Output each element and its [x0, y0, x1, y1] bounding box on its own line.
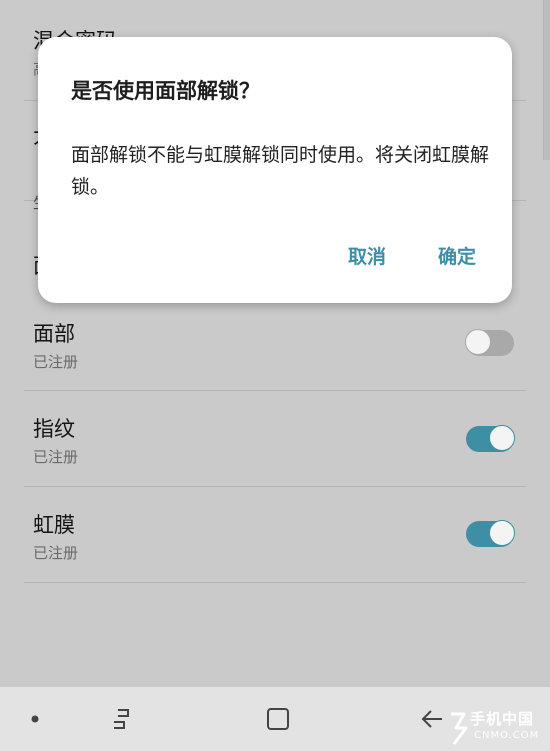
row-title: 虹膜	[33, 513, 75, 537]
toggle-knob	[489, 520, 515, 546]
row-status: 已注册	[33, 544, 79, 562]
fingerprint-toggle[interactable]	[466, 425, 515, 452]
watermark-logo: 手机中国 CNMO.COM	[448, 708, 548, 748]
row-title: 面部	[33, 322, 75, 346]
face-toggle[interactable]	[465, 329, 514, 356]
face-unlock-dialog: 是否使用面部解锁？ 面部解锁不能与虹膜解锁同时使用。将关闭虹膜解锁。 取消 确定	[38, 37, 512, 303]
list-item-iris[interactable]: 虹膜 已注册	[24, 487, 526, 583]
watermark-subtext: CNMO.COM	[474, 730, 540, 741]
row-status: 已注册	[33, 353, 79, 371]
toggle-knob	[465, 329, 491, 355]
back-icon[interactable]	[418, 705, 446, 733]
dialog-message: 面部解锁不能与虹膜解锁同时使用。将关闭虹膜解锁。	[71, 144, 490, 198]
dot-icon[interactable]	[22, 705, 50, 733]
iris-toggle[interactable]	[466, 520, 515, 547]
list-item-face[interactable]: 面部 已注册	[24, 296, 526, 391]
cancel-button[interactable]: 取消	[348, 242, 386, 269]
toggle-knob	[489, 425, 515, 451]
list-item-fingerprint[interactable]: 指纹 已注册	[24, 391, 526, 487]
scroll-indicator	[543, 0, 550, 160]
watermark-text: 手机中国	[470, 710, 535, 728]
row-status: 已注册	[33, 448, 79, 466]
dialog-title: 是否使用面部解锁？	[71, 79, 260, 103]
home-icon[interactable]	[264, 705, 292, 733]
recent-apps-icon[interactable]	[110, 705, 138, 733]
row-title: 指纹	[33, 417, 75, 441]
confirm-button[interactable]: 确定	[438, 242, 476, 269]
